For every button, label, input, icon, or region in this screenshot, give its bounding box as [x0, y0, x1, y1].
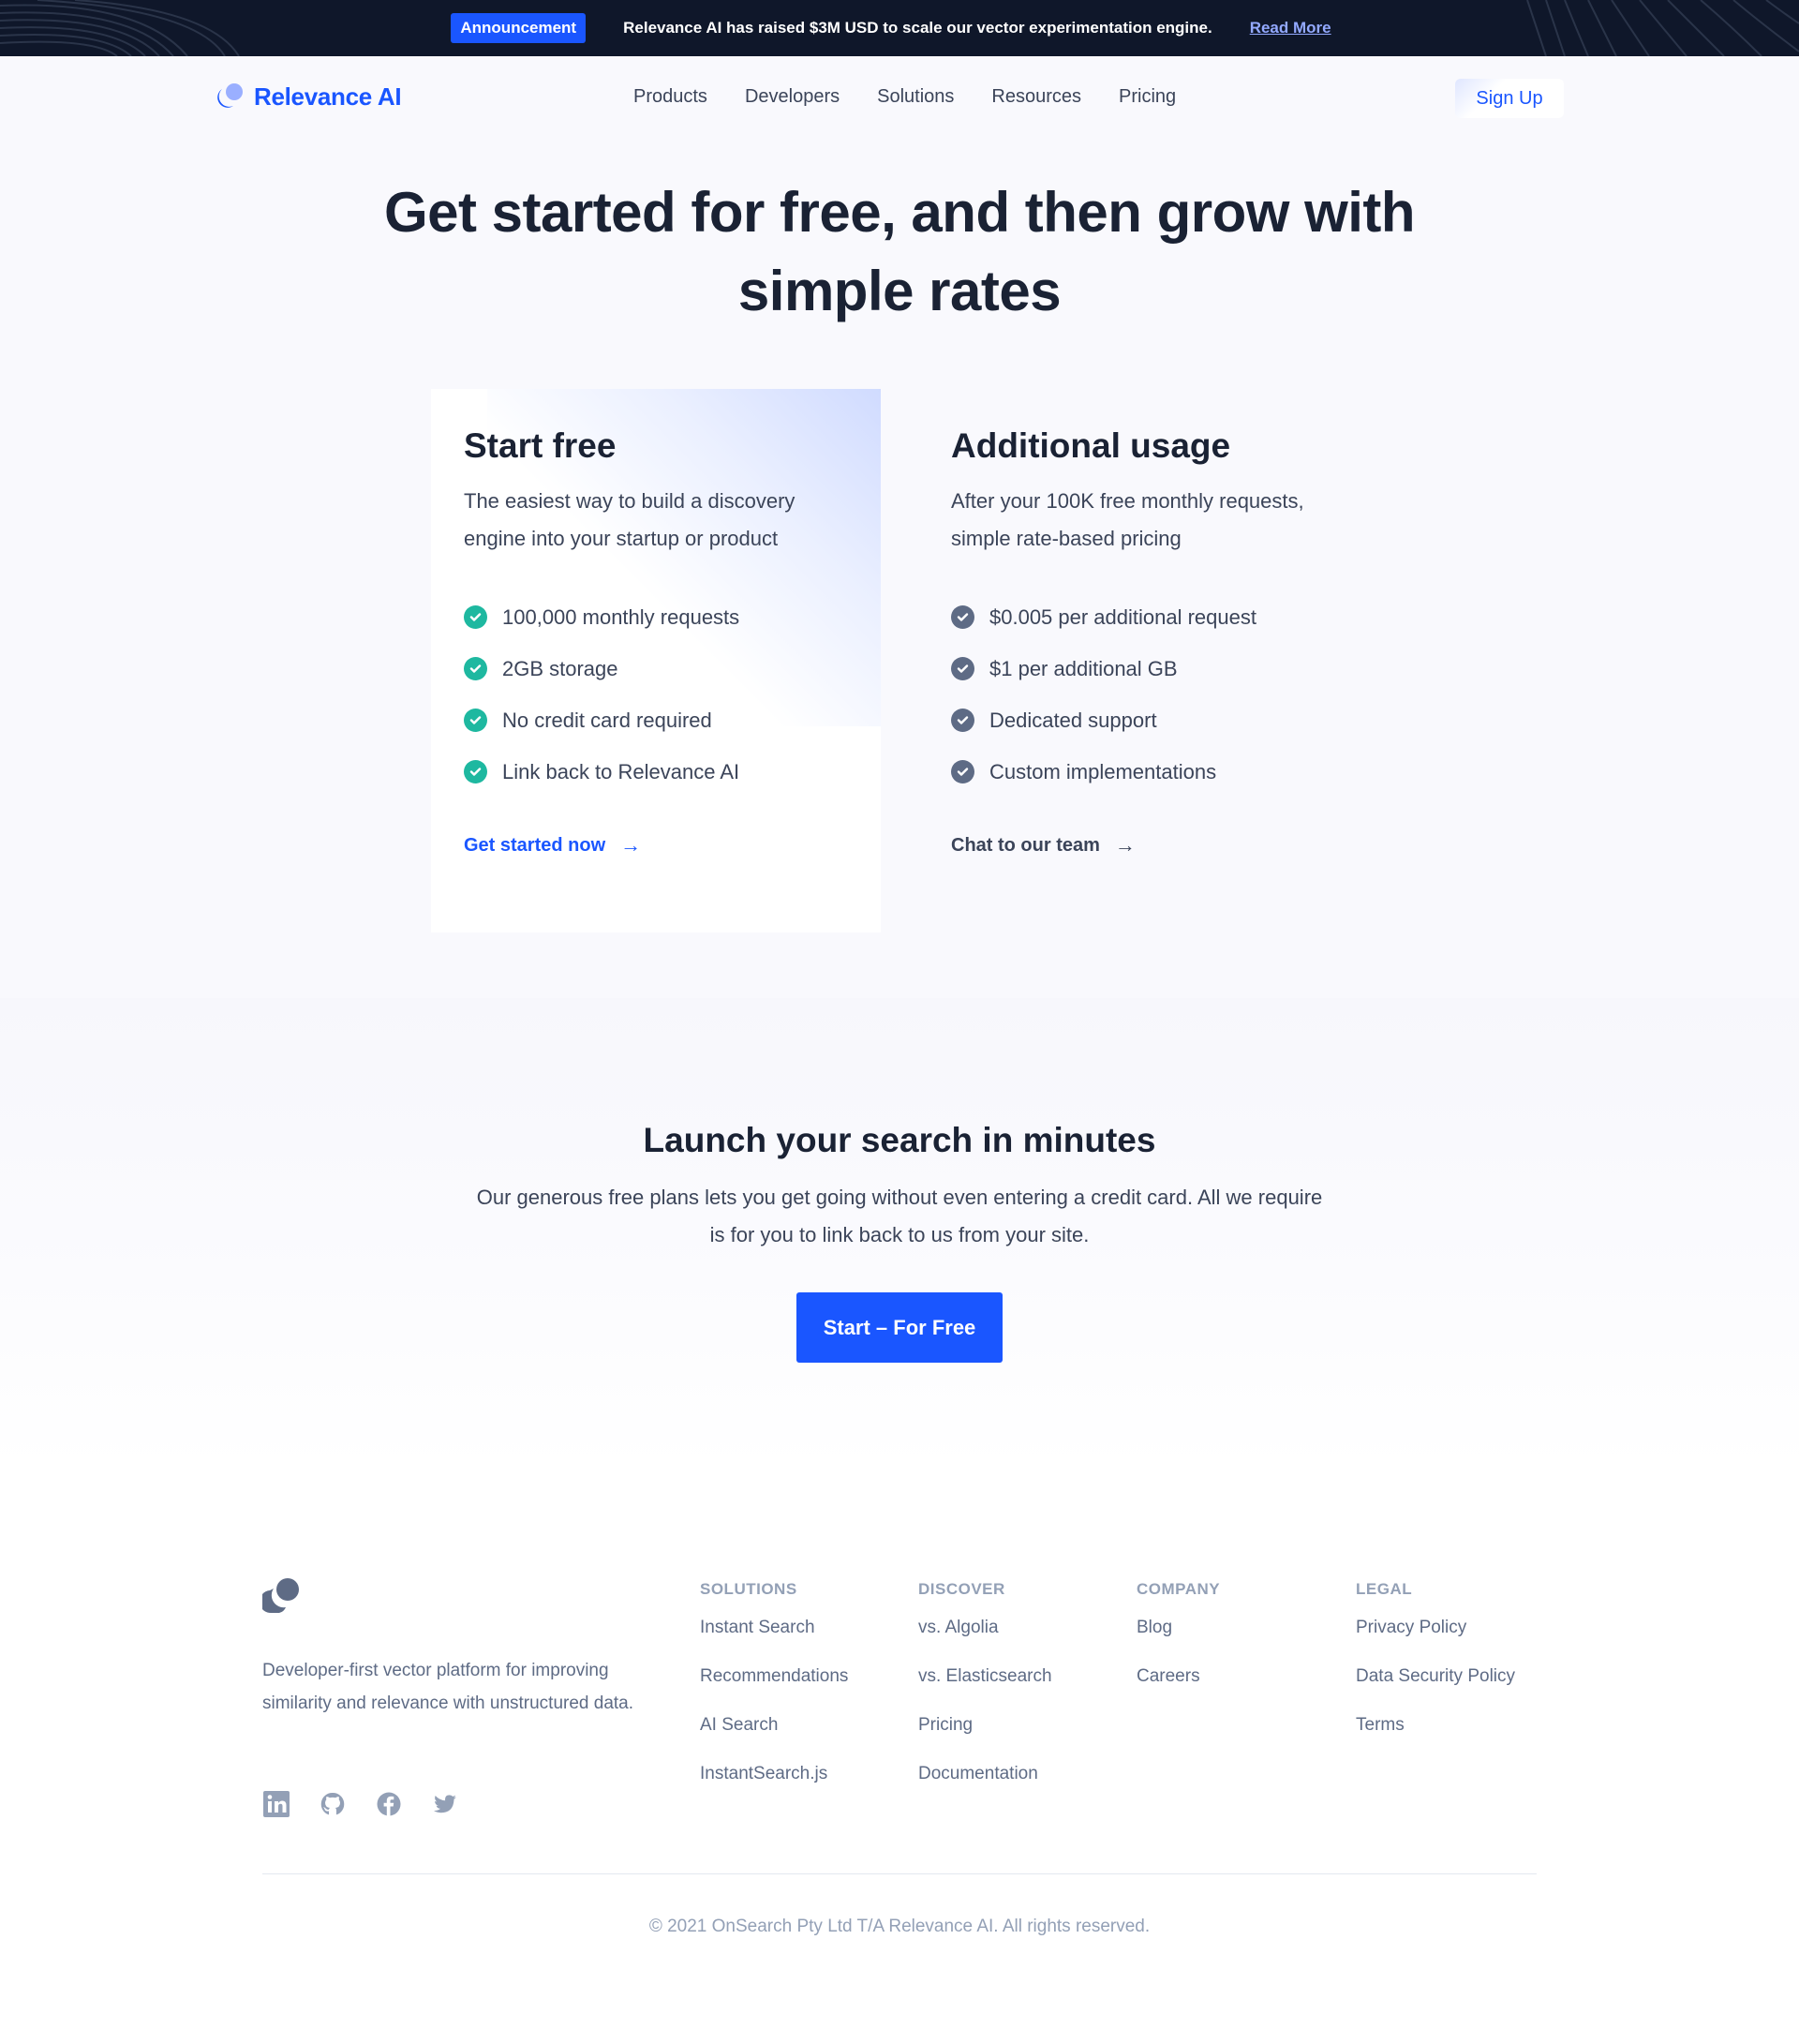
- footer-link-ai-search[interactable]: AI Search: [700, 1715, 848, 1764]
- plan-subtitle: After your 100K free monthly requests, s…: [951, 489, 1304, 550]
- footer-logo-icon: [259, 1577, 302, 1619]
- feature-item: Dedicated support: [951, 694, 1345, 746]
- plan-card-start-free: Start free The easiest way to build a di…: [431, 389, 881, 932]
- footer-link-careers[interactable]: Careers: [1137, 1666, 1220, 1715]
- footer-link-privacy-policy[interactable]: Privacy Policy: [1356, 1618, 1515, 1666]
- footer-link-recommendations[interactable]: Recommendations: [700, 1666, 848, 1715]
- chat-to-team-link[interactable]: Chat to our team →: [951, 833, 1345, 858]
- footer-link-data-security-policy[interactable]: Data Security Policy: [1356, 1666, 1515, 1715]
- check-circle-icon: [951, 605, 974, 629]
- announcement-bar: Announcement Relevance AI has raised $3M…: [0, 0, 1799, 56]
- footer-column-title: SOLUTIONS: [700, 1580, 797, 1598]
- feature-label: 100,000 monthly requests: [502, 604, 740, 629]
- feature-item: $0.005 per additional request: [951, 591, 1345, 643]
- page-title: Get started for free, and then grow with…: [383, 181, 1416, 322]
- footer-link-blog[interactable]: Blog: [1137, 1618, 1220, 1666]
- plan-features: 100,000 monthly requests 2GB storage No …: [464, 591, 857, 798]
- launch-subtitle: Our generous free plans lets you get goi…: [476, 1186, 1323, 1246]
- check-circle-icon: [951, 760, 974, 783]
- feature-label: Custom implementations: [989, 759, 1217, 783]
- footer-column-title: LEGAL: [1356, 1580, 1413, 1598]
- footer-column-solutions: SOLUTIONS Instant Search Recommendations…: [700, 1580, 848, 1813]
- nav-link-products[interactable]: Products: [633, 86, 707, 108]
- footer-link-instant-search[interactable]: Instant Search: [700, 1618, 848, 1666]
- footer-link-documentation[interactable]: Documentation: [918, 1764, 1052, 1813]
- logo-icon: [217, 83, 243, 108]
- launch-title: Launch your search in minutes: [643, 1121, 1156, 1159]
- linkedin-icon[interactable]: [262, 1790, 290, 1818]
- arrow-right-icon: →: [620, 833, 642, 857]
- feature-label: 2GB storage: [502, 656, 618, 680]
- footer-divider: [262, 1873, 1537, 1874]
- feature-item: $1 per additional GB: [951, 643, 1345, 694]
- footer-column-title: COMPANY: [1137, 1580, 1221, 1598]
- feature-item: Custom implementations: [951, 746, 1345, 798]
- footer-column-legal: LEGAL Privacy Policy Data Security Polic…: [1356, 1580, 1515, 1764]
- plan-title: Additional usage: [951, 426, 1231, 465]
- announcement-badge: Announcement: [451, 13, 587, 43]
- brand-name: Relevance AI: [254, 82, 402, 111]
- nav-link-solutions[interactable]: Solutions: [877, 86, 954, 108]
- get-started-link[interactable]: Get started now →: [464, 833, 857, 858]
- check-circle-icon: [464, 709, 487, 732]
- github-icon[interactable]: [319, 1790, 347, 1818]
- arrow-right-icon: →: [1114, 833, 1136, 857]
- start-for-free-button[interactable]: Start – For Free: [796, 1292, 1003, 1363]
- plan-card-additional-usage: Additional usage After your 100K free mo…: [918, 389, 1387, 932]
- copyright: © 2021 OnSearch Pty Ltd T/A Relevance AI…: [648, 1917, 1151, 1936]
- check-circle-icon: [464, 605, 487, 629]
- social-links: [262, 1790, 459, 1818]
- footer: [0, 1467, 1799, 2044]
- get-started-label: Get started now: [464, 834, 606, 856]
- read-more-link[interactable]: Read More: [1250, 19, 1331, 37]
- top-nav: Relevance AI Products Developers Solutio…: [0, 56, 1799, 141]
- brand-logo[interactable]: Relevance AI: [215, 82, 402, 112]
- footer-link-pricing[interactable]: Pricing: [918, 1715, 1052, 1764]
- footer-column-discover: DISCOVER vs. Algolia vs. Elasticsearch P…: [918, 1580, 1052, 1813]
- feature-item: No credit card required: [464, 694, 857, 746]
- footer-column-company: COMPANY Blog Careers: [1137, 1580, 1220, 1715]
- plan-subtitle: The easiest way to build a discovery eng…: [464, 489, 795, 550]
- feature-label: No credit card required: [502, 708, 712, 732]
- check-circle-icon: [951, 657, 974, 680]
- feature-item: 2GB storage: [464, 643, 857, 694]
- chat-to-team-label: Chat to our team: [951, 834, 1100, 856]
- check-circle-icon: [464, 657, 487, 680]
- feature-item: Link back to Relevance AI: [464, 746, 857, 798]
- footer-column-title: DISCOVER: [918, 1580, 1005, 1598]
- plan-features: $0.005 per additional request $1 per add…: [951, 591, 1345, 798]
- feature-label: Link back to Relevance AI: [502, 759, 740, 783]
- footer-link-instantsearch-js[interactable]: InstantSearch.js: [700, 1764, 848, 1813]
- check-circle-icon: [951, 709, 974, 732]
- feature-label: $0.005 per additional request: [989, 604, 1256, 629]
- feature-label: $1 per additional GB: [989, 656, 1178, 680]
- plan-title: Start free: [464, 426, 617, 465]
- feature-item: 100,000 monthly requests: [464, 591, 857, 643]
- nav-link-developers[interactable]: Developers: [745, 86, 840, 108]
- footer-description: Developer-first vector platform for impr…: [262, 1661, 634, 1713]
- footer-link-terms[interactable]: Terms: [1356, 1715, 1515, 1764]
- check-circle-icon: [464, 760, 487, 783]
- nav-link-resources[interactable]: Resources: [991, 86, 1081, 108]
- twitter-icon[interactable]: [431, 1790, 459, 1818]
- announcement-text: Relevance AI has raised $3M USD to scale…: [623, 19, 1212, 37]
- sign-up-button[interactable]: Sign Up: [1455, 79, 1564, 118]
- nav-link-pricing[interactable]: Pricing: [1119, 86, 1176, 108]
- facebook-icon[interactable]: [375, 1790, 403, 1818]
- nav-links: Products Developers Solutions Resources …: [633, 86, 1176, 108]
- footer-link-vs-elasticsearch[interactable]: vs. Elasticsearch: [918, 1666, 1052, 1715]
- feature-label: Dedicated support: [989, 708, 1157, 732]
- footer-link-vs-algolia[interactable]: vs. Algolia: [918, 1618, 1052, 1666]
